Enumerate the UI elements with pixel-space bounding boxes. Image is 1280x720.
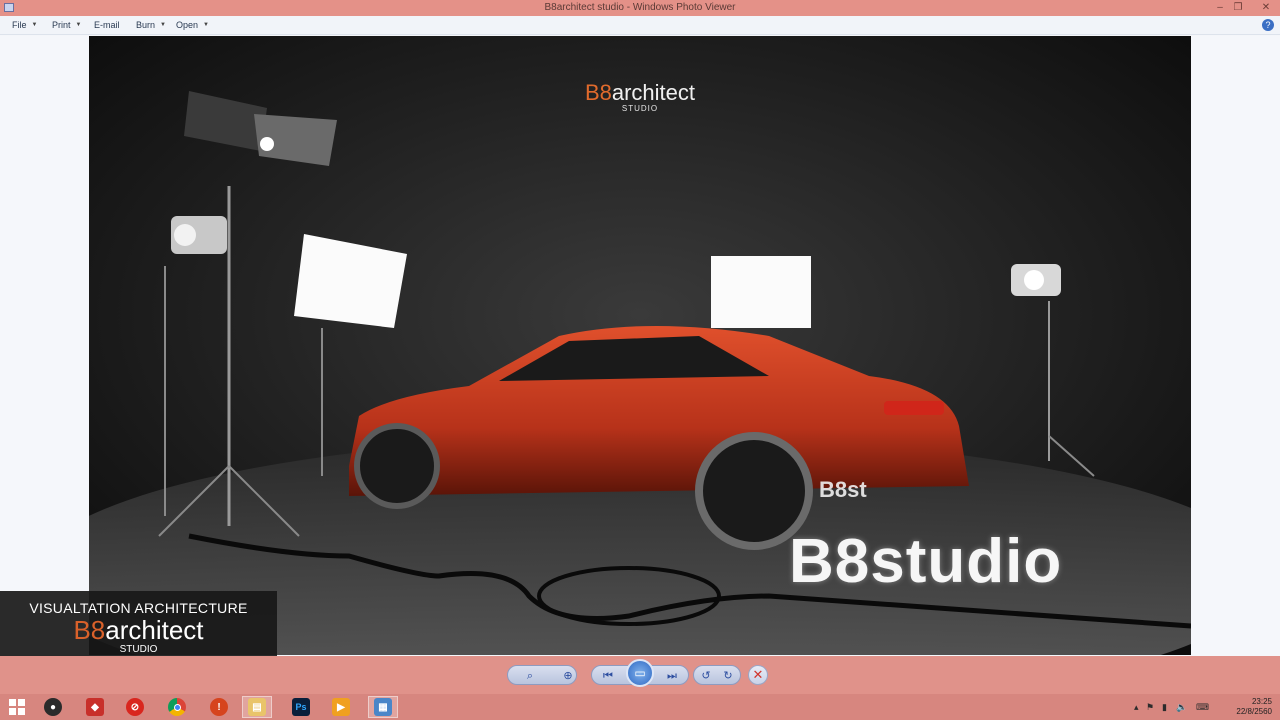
email-button[interactable]: E-mail	[94, 20, 120, 30]
zoom-group: ⌕ ⊕	[507, 665, 577, 685]
overlay-logo-b8: B8	[73, 615, 106, 645]
title-bar: B8architect studio - Windows Photo Viewe…	[0, 0, 1280, 16]
app-icon[interactable]: ◆	[80, 696, 110, 718]
close-button[interactable]: ✕	[1258, 1, 1274, 14]
system-tray: ▴ ⚑ ▮ 🔈 ⌨ 23:25 22/8/2560	[1130, 694, 1280, 720]
network-icon[interactable]: ▮	[1162, 702, 1167, 713]
media-player-icon[interactable]: ▶	[326, 696, 356, 718]
logo-studio: STUDIO	[621, 104, 659, 113]
overlay-tagline: VISUALTATION ARCHITECTURE	[29, 600, 248, 616]
file-explorer-icon[interactable]: ▤	[242, 696, 272, 718]
restore-button[interactable]: ❐	[1230, 1, 1246, 14]
keyboard-language-icon[interactable]: ⌨	[1196, 702, 1209, 713]
overlay-studio: STUDIO	[119, 644, 158, 655]
rotate-clockwise-icon[interactable]: ↻	[720, 668, 736, 684]
command-bar: File ▼ Print ▼ E-mail Burn ▼ Open ▼ ?	[0, 16, 1280, 35]
app2-icon[interactable]: !	[204, 696, 234, 718]
start-icon[interactable]	[2, 696, 32, 718]
chrome-icon[interactable]	[162, 696, 192, 718]
print-menu-label: Print	[52, 20, 71, 30]
chevron-down-icon: ▼	[160, 22, 166, 28]
email-label: E-mail	[94, 20, 120, 30]
action-center-icon[interactable]: ⚑	[1146, 702, 1154, 713]
clock-time: 23:25	[1251, 697, 1272, 706]
image-viewport: B8st B8architect STUDIO B8studio	[0, 36, 1280, 656]
photo-viewer-icon[interactable]: ▦	[368, 696, 398, 718]
next-icon[interactable]: ⏭	[664, 668, 680, 684]
obs-icon[interactable]: ●	[38, 696, 68, 718]
actual-size-icon[interactable]: ⊕	[560, 668, 576, 684]
clock[interactable]: 23:25 22/8/2560	[1236, 697, 1272, 717]
delete-icon[interactable]: ✕	[748, 665, 768, 685]
burn-menu-label: Burn	[136, 20, 156, 30]
windows-logo-icon	[9, 699, 25, 715]
zoom-icon[interactable]: ⌕	[522, 668, 538, 684]
b8studio-watermark: B8studio	[789, 527, 1063, 596]
burn-menu[interactable]: Burn ▼	[136, 20, 166, 30]
window-title: B8architect studio - Windows Photo Viewe…	[544, 2, 736, 13]
chevron-down-icon: ▼	[203, 22, 209, 28]
open-menu[interactable]: Open ▼	[176, 20, 209, 30]
clock-date: 22/8/2560	[1236, 707, 1272, 716]
chevron-down-icon: ▼	[75, 22, 82, 28]
viewer-controls: ⌕ ⊕ ⏮ ⏭ ▭ ↺ ↻ ✕	[0, 656, 1280, 694]
no-entry-icon[interactable]: ⊘	[120, 696, 150, 718]
print-menu[interactable]: Print ▼	[52, 20, 81, 30]
rotate-group: ↺ ↻	[693, 665, 741, 685]
file-menu[interactable]: File ▼	[12, 20, 37, 30]
previous-icon[interactable]: ⏮	[600, 668, 616, 684]
logo-b8: B8	[584, 80, 612, 105]
file-menu-label: File	[12, 20, 27, 30]
b8architect-logo: B8architect STUDIO	[89, 80, 1191, 113]
show-hidden-icons-icon[interactable]: ▴	[1134, 702, 1139, 713]
help-icon[interactable]: ?	[1262, 19, 1274, 31]
channel-overlay-banner: VISUALTATION ARCHITECTURE B8architect ST…	[0, 591, 277, 666]
logo-architect: architect	[611, 80, 696, 105]
open-menu-label: Open	[176, 20, 199, 30]
minimize-button[interactable]: –	[1212, 1, 1228, 14]
studio-car-render: B8st B8architect STUDIO B8studio	[89, 36, 1191, 655]
photoshop-icon[interactable]: Ps	[286, 696, 316, 718]
overlay-logo: B8architect	[0, 616, 277, 644]
overlay-logo-architect: architect	[105, 615, 204, 645]
taskbar: ● ◆ ⊘ ! ▤ Ps ▶ ▦ ▴ ⚑ ▮ 🔈 ⌨ 23:25 22/8/25…	[0, 694, 1280, 720]
chevron-down-icon: ▼	[31, 22, 38, 28]
car-door-decal: B8st	[819, 477, 867, 502]
slideshow-button[interactable]: ▭	[626, 659, 654, 687]
volume-icon[interactable]: 🔈	[1176, 702, 1187, 713]
rotate-counterclockwise-icon[interactable]: ↺	[698, 668, 714, 684]
